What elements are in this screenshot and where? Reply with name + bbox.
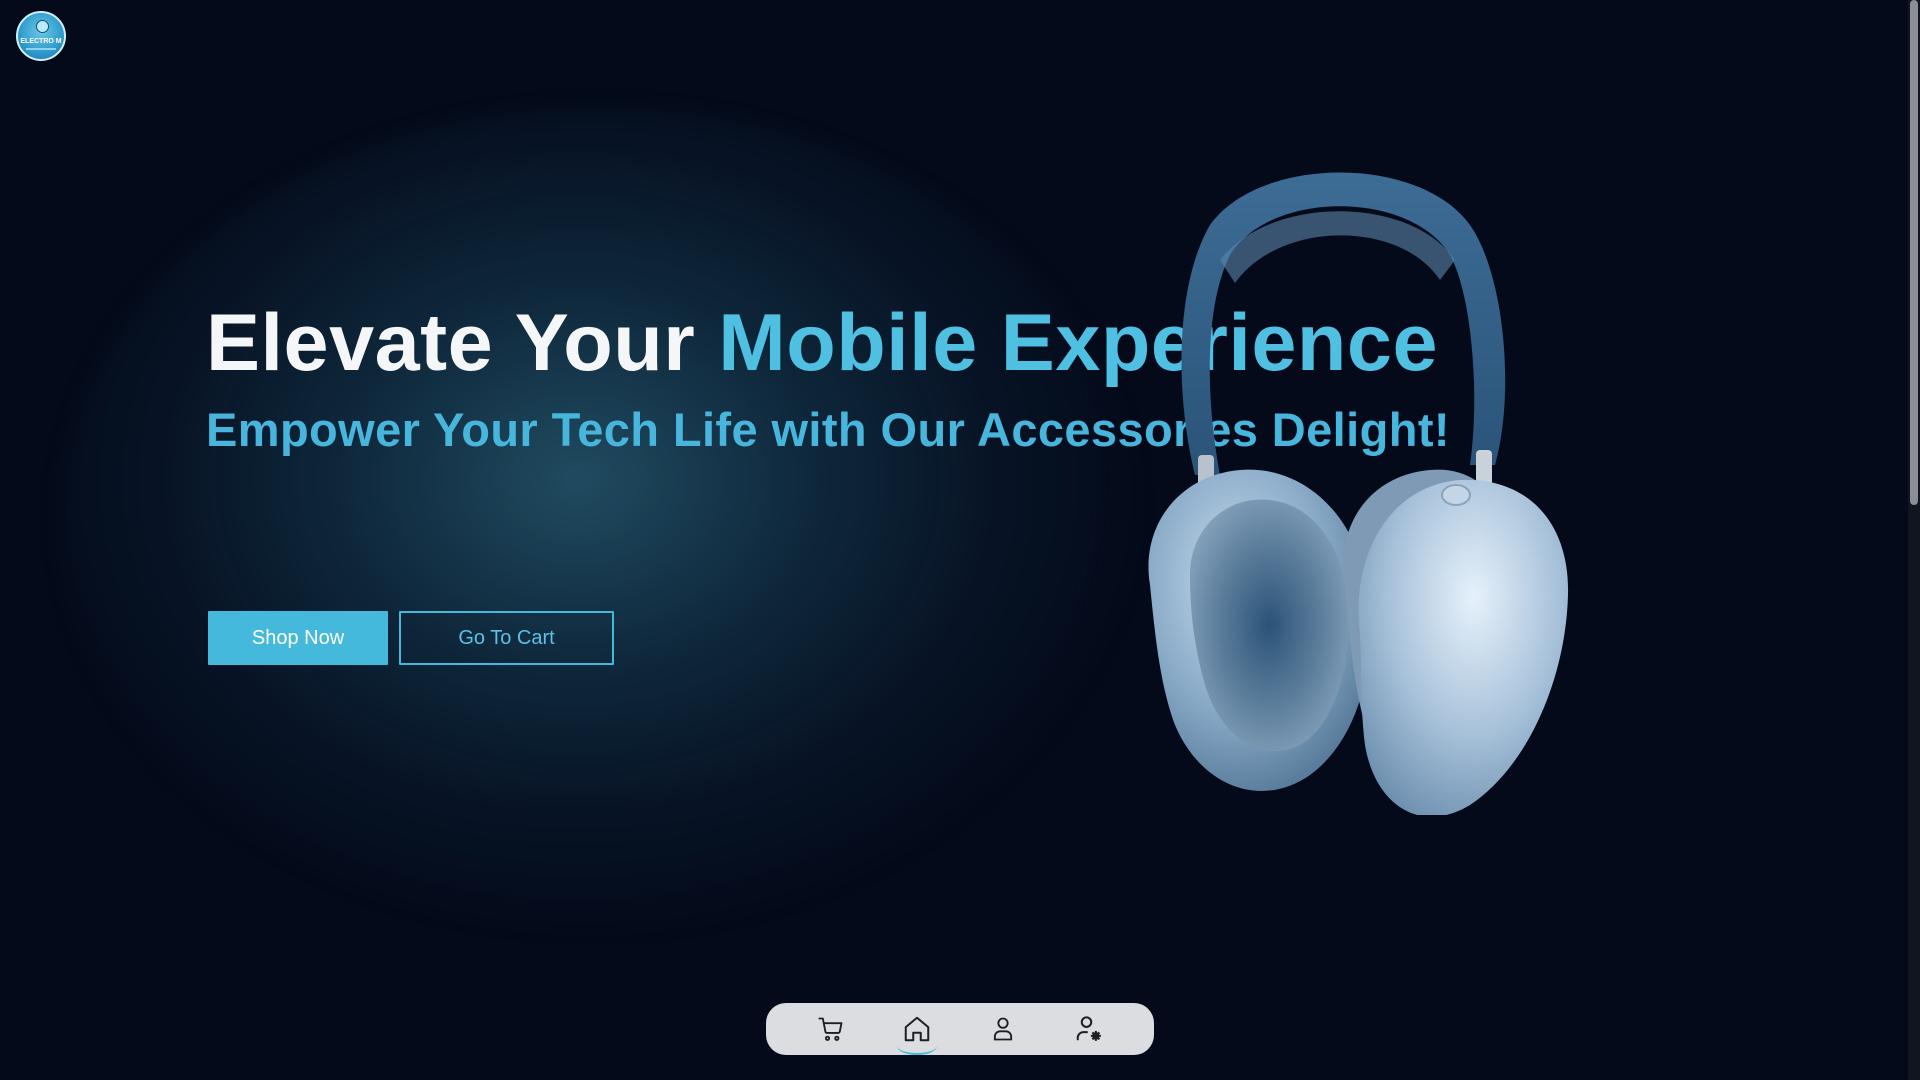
shop-now-button[interactable]: Shop Now — [208, 611, 388, 665]
dock-home[interactable] — [897, 1009, 937, 1055]
cart-icon — [818, 1017, 843, 1041]
brand-logo-text: ELECTRO M — [20, 38, 62, 45]
headline-white: Elevate Your — [206, 298, 719, 388]
user-settings-icon — [1076, 1016, 1101, 1041]
dock-profile[interactable] — [983, 1009, 1023, 1049]
headphones-image — [1120, 165, 1620, 817]
page-scrollbar[interactable] — [1908, 0, 1920, 1080]
dock-account-settings[interactable] — [1069, 1009, 1109, 1049]
scrollbar-thumb[interactable] — [1910, 0, 1918, 505]
background-glow — [60, 110, 1140, 930]
bottom-nav-dock — [766, 1003, 1154, 1055]
brand-logo-tagline-line — [26, 48, 56, 50]
user-icon — [993, 1017, 1013, 1041]
go-to-cart-button[interactable]: Go To Cart — [399, 611, 614, 665]
dock-cart[interactable] — [811, 1009, 851, 1049]
home-icon — [904, 1016, 930, 1042]
globe-logo-icon — [36, 20, 49, 33]
brand-logo[interactable]: ELECTRO M — [16, 11, 66, 61]
hero-buttons: Shop Now Go To Cart — [208, 611, 614, 665]
